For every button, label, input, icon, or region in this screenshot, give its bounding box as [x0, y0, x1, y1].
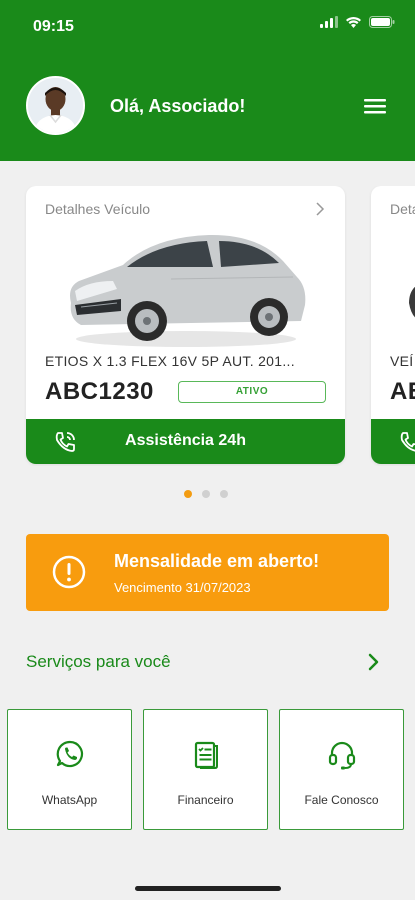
vehicle-model: VEÍ — [390, 353, 414, 369]
assistance-24h-button[interactable] — [371, 419, 415, 464]
app-header: 09:15 Olá, Associado! — [0, 0, 415, 161]
service-financeiro[interactable]: Financeiro — [143, 709, 268, 830]
alert-circle-icon — [52, 555, 86, 589]
card-title: Deta — [390, 201, 415, 217]
service-fale-conosco[interactable]: Fale Conosco — [279, 709, 404, 830]
service-label: Financeiro — [177, 793, 234, 807]
hamburger-icon — [364, 99, 386, 114]
signal-icon — [320, 16, 338, 28]
carousel-pagination — [184, 490, 228, 498]
chevron-right-icon[interactable] — [315, 202, 325, 216]
services-title[interactable]: Serviços para você — [26, 652, 171, 672]
payment-alert[interactable]: Mensalidade em aberto! Vencimento 31/07/… — [26, 534, 389, 611]
assistance-24h-button[interactable]: Assistência 24h — [26, 419, 345, 464]
car-image — [70, 234, 306, 347]
phone-call-icon — [400, 432, 415, 452]
vehicle-model: ETIOS X 1.3 FLEX 16V 5P AUT. 201... — [45, 353, 295, 369]
vehicle-card[interactable]: Detalhes Veículo ETIOS X 1.3 FLEX 16V 5P… — [26, 186, 345, 464]
vehicle-plate: AB — [390, 378, 415, 405]
status-icons — [320, 16, 395, 28]
avatar[interactable] — [26, 76, 85, 135]
status-time: 09:15 — [33, 18, 74, 35]
status-badge: ATIVO — [178, 381, 326, 403]
battery-icon — [369, 16, 395, 28]
status-bar: 09:15 — [0, 0, 415, 50]
assistance-label: Assistência 24h — [125, 432, 246, 449]
service-label: WhatsApp — [41, 793, 98, 807]
document-icon — [194, 741, 218, 769]
menu-button[interactable] — [363, 96, 389, 116]
service-whatsapp[interactable]: WhatsApp — [7, 709, 132, 830]
home-indicator[interactable] — [135, 886, 281, 891]
headset-icon — [328, 741, 356, 770]
page-dot[interactable] — [220, 490, 228, 498]
user-photo-icon — [28, 78, 83, 133]
page-dot-active[interactable] — [184, 490, 192, 498]
greeting-text: Olá, Associado! — [110, 96, 246, 116]
alert-title: Mensalidade em aberto! — [114, 551, 320, 571]
card-title: Detalhes Veículo — [45, 201, 151, 217]
vehicle-card-next[interactable]: Deta VEÍ AB — [371, 186, 415, 464]
alert-due-date: Vencimento 31/07/2023 — [114, 580, 251, 595]
wifi-icon — [346, 17, 361, 28]
vehicle-carousel[interactable]: Detalhes Veículo ETIOS X 1.3 FLEX 16V 5P… — [0, 186, 415, 466]
vehicle-plate: ABC1230 — [45, 378, 154, 405]
chevron-right-icon[interactable] — [368, 653, 380, 671]
service-label: Fale Conosco — [304, 793, 379, 807]
page-dot[interactable] — [202, 490, 210, 498]
whatsapp-icon — [56, 740, 84, 768]
car-image-partial — [409, 286, 415, 318]
